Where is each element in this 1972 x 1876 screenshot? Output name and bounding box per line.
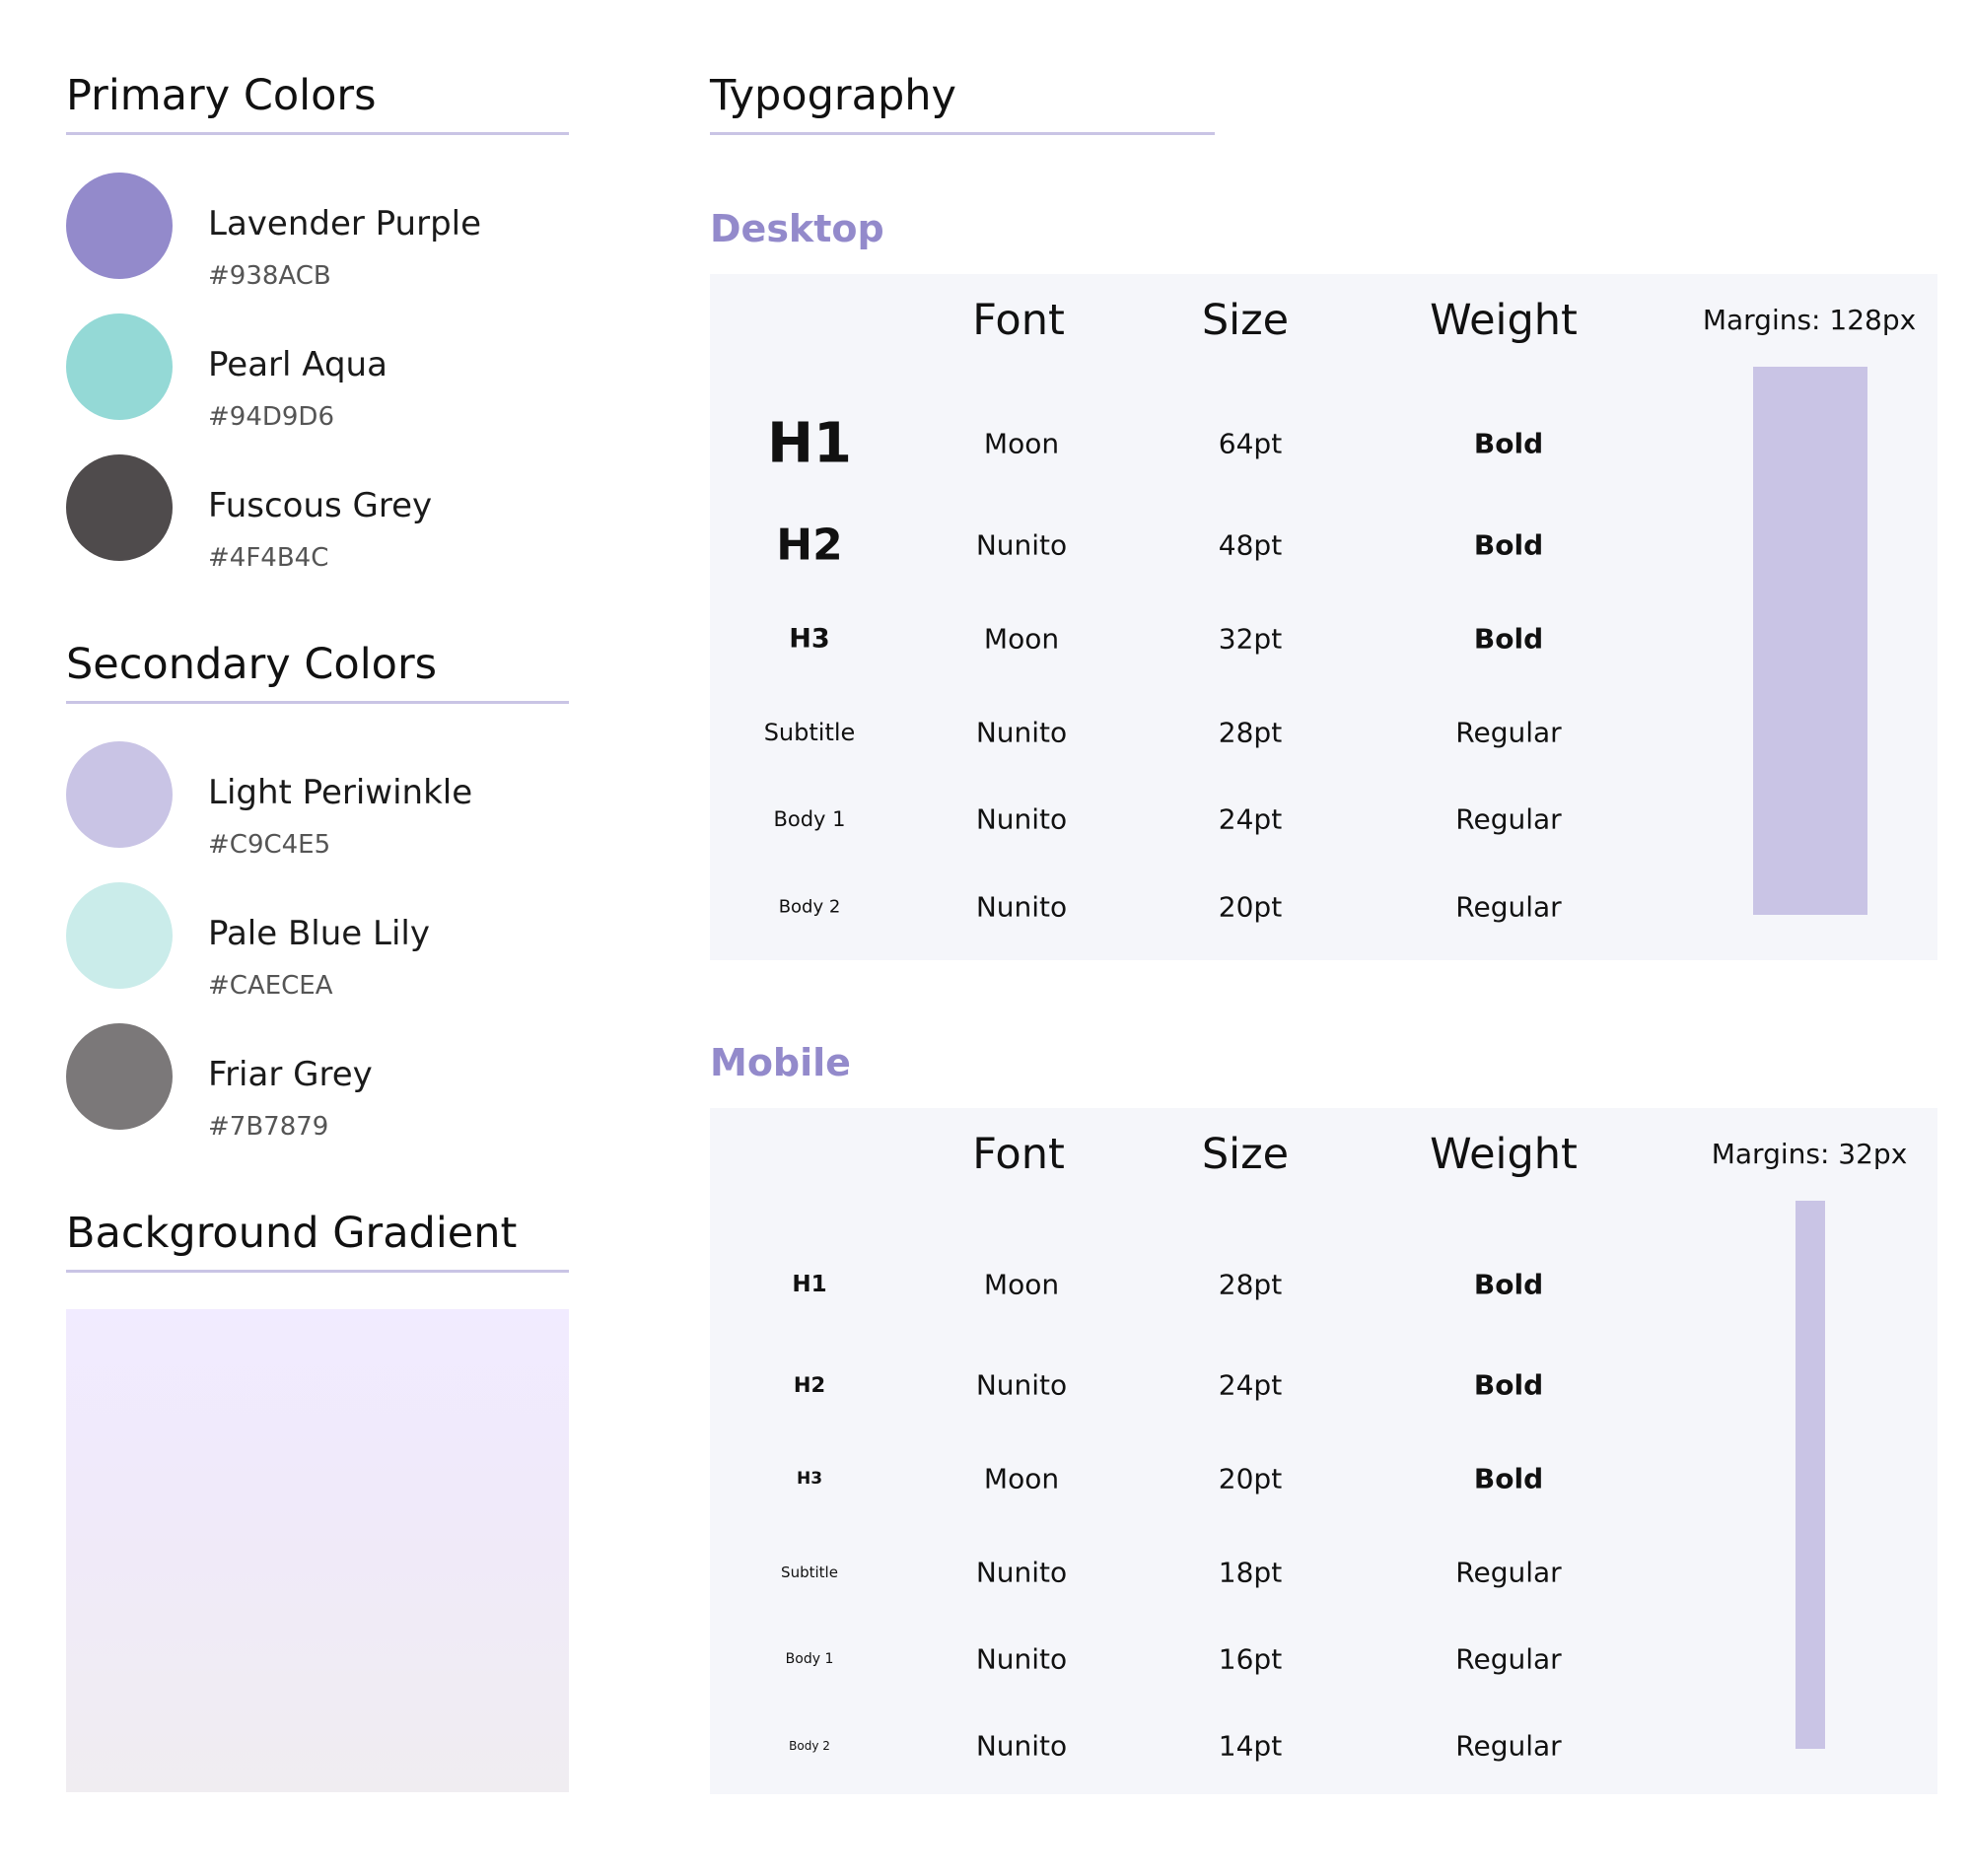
- type-cell-size: 14pt: [1218, 1729, 1283, 1763]
- color-swatch-row: Light Periwinkle #C9C4E5: [66, 741, 579, 860]
- type-cell-style: Subtitle: [763, 719, 856, 746]
- type-cell-style: H1: [767, 411, 852, 476]
- color-swatch-row: Pale Blue Lily #CAECEA: [66, 882, 579, 1001]
- desktop-type-table: Font Size Weight Margins: 128px H1 Moon 64…: [710, 274, 1937, 960]
- primary-colors-title: Primary Colors: [66, 71, 377, 120]
- mobile-title: Mobile: [710, 1041, 851, 1084]
- type-cell-weight: Regular: [1455, 716, 1562, 749]
- background-gradient-title: Background Gradient: [66, 1209, 518, 1258]
- color-name: Fuscous Grey: [208, 486, 433, 525]
- secondary-colors-title: Secondary Colors: [66, 640, 438, 689]
- type-cell-weight: Bold: [1473, 528, 1544, 562]
- type-cell-size: 18pt: [1218, 1556, 1283, 1589]
- color-hex: #94D9D6: [208, 402, 334, 432]
- type-cell-style: Body 1: [773, 807, 846, 831]
- type-cell-weight: Regular: [1455, 802, 1562, 836]
- col-header-font: Font: [972, 1130, 1065, 1179]
- color-swatch: [66, 313, 173, 420]
- type-cell-font: Nunito: [975, 528, 1068, 562]
- type-cell-font: Nunito: [975, 890, 1068, 924]
- type-cell-size: 24pt: [1218, 1368, 1283, 1402]
- color-name: Pearl Aqua: [208, 345, 387, 384]
- primary-colors-divider: [66, 132, 569, 135]
- color-name: Friar Grey: [208, 1055, 373, 1094]
- type-cell-font: Nunito: [975, 1556, 1068, 1589]
- margins-label: Margins: 128px: [1702, 304, 1917, 336]
- type-cell-weight: Bold: [1473, 1268, 1544, 1301]
- color-swatch: [66, 741, 173, 848]
- typography-title: Typography: [710, 71, 956, 120]
- color-swatch: [66, 1023, 173, 1130]
- type-cell-size: 16pt: [1218, 1642, 1283, 1676]
- type-cell-size: 20pt: [1218, 1462, 1283, 1495]
- type-cell-font: Nunito: [975, 802, 1068, 836]
- type-cell-size: 28pt: [1218, 1268, 1283, 1301]
- type-cell-font: Moon: [983, 427, 1060, 460]
- type-cell-font: Moon: [983, 622, 1060, 656]
- mobile-type-table: Font Size Weight Margins: 32px H1 Moon 28p…: [710, 1108, 1937, 1794]
- type-cell-style: H1: [792, 1272, 827, 1297]
- type-cell-weight: Bold: [1473, 622, 1544, 656]
- type-cell-weight: Bold: [1473, 1368, 1544, 1402]
- margin-indicator-bar: [1796, 1201, 1825, 1749]
- color-swatch: [66, 454, 173, 561]
- color-swatch-row: Lavender Purple #938ACB: [66, 173, 579, 291]
- type-cell-size: 48pt: [1218, 528, 1283, 562]
- col-header-size: Size: [1201, 1130, 1290, 1179]
- color-swatch-row: Friar Grey #7B7879: [66, 1023, 579, 1142]
- color-swatch-row: Fuscous Grey #4F4B4C: [66, 454, 579, 573]
- type-cell-weight: Regular: [1455, 1642, 1562, 1676]
- type-cell-font: Moon: [983, 1462, 1060, 1495]
- margin-indicator-bar: [1753, 367, 1867, 915]
- margins-label: Margins: 32px: [1711, 1138, 1908, 1170]
- type-cell-font: Nunito: [975, 1642, 1068, 1676]
- type-cell-size: 32pt: [1218, 622, 1283, 656]
- color-hex: #4F4B4C: [208, 543, 329, 573]
- type-cell-font: Moon: [983, 1268, 1060, 1301]
- type-cell-style: Body 1: [785, 1651, 834, 1667]
- type-cell-size: 24pt: [1218, 802, 1283, 836]
- type-cell-style: H3: [796, 1469, 823, 1489]
- color-hex: #C9C4E5: [208, 830, 331, 860]
- color-name: Light Periwinkle: [208, 773, 473, 812]
- type-cell-weight: Regular: [1455, 1729, 1562, 1763]
- type-cell-size: 28pt: [1218, 716, 1283, 749]
- type-cell-style: Body 2: [789, 1739, 830, 1753]
- color-name: Lavender Purple: [208, 204, 482, 243]
- type-cell-style: H2: [776, 520, 843, 571]
- type-cell-weight: Regular: [1455, 890, 1562, 924]
- type-cell-font: Nunito: [975, 1368, 1068, 1402]
- type-cell-style: H3: [789, 623, 830, 655]
- typography-divider: [710, 132, 1215, 135]
- type-cell-font: Nunito: [975, 716, 1068, 749]
- type-cell-style: H2: [793, 1373, 826, 1397]
- type-cell-size: 20pt: [1218, 890, 1283, 924]
- type-cell-font: Nunito: [975, 1729, 1068, 1763]
- col-header-size: Size: [1201, 296, 1290, 345]
- type-cell-style: Subtitle: [781, 1563, 838, 1581]
- type-cell-size: 64pt: [1218, 427, 1283, 460]
- gradient-swatch: [66, 1309, 569, 1792]
- col-header-weight: Weight: [1430, 1130, 1578, 1179]
- color-hex: #938ACB: [208, 261, 331, 291]
- col-header-weight: Weight: [1430, 296, 1578, 345]
- secondary-colors-divider: [66, 701, 569, 704]
- color-swatch: [66, 882, 173, 989]
- color-hex: #CAECEA: [208, 971, 333, 1001]
- background-gradient-divider: [66, 1270, 569, 1273]
- color-swatch-row: Pearl Aqua #94D9D6: [66, 313, 579, 432]
- color-name: Pale Blue Lily: [208, 914, 430, 953]
- color-swatch: [66, 173, 173, 279]
- color-hex: #7B7879: [208, 1112, 329, 1142]
- col-header-font: Font: [972, 296, 1065, 345]
- type-cell-style: Body 2: [778, 896, 841, 918]
- type-cell-weight: Bold: [1473, 427, 1544, 460]
- desktop-title: Desktop: [710, 207, 884, 250]
- type-cell-weight: Regular: [1455, 1556, 1562, 1589]
- type-cell-weight: Bold: [1473, 1462, 1544, 1495]
